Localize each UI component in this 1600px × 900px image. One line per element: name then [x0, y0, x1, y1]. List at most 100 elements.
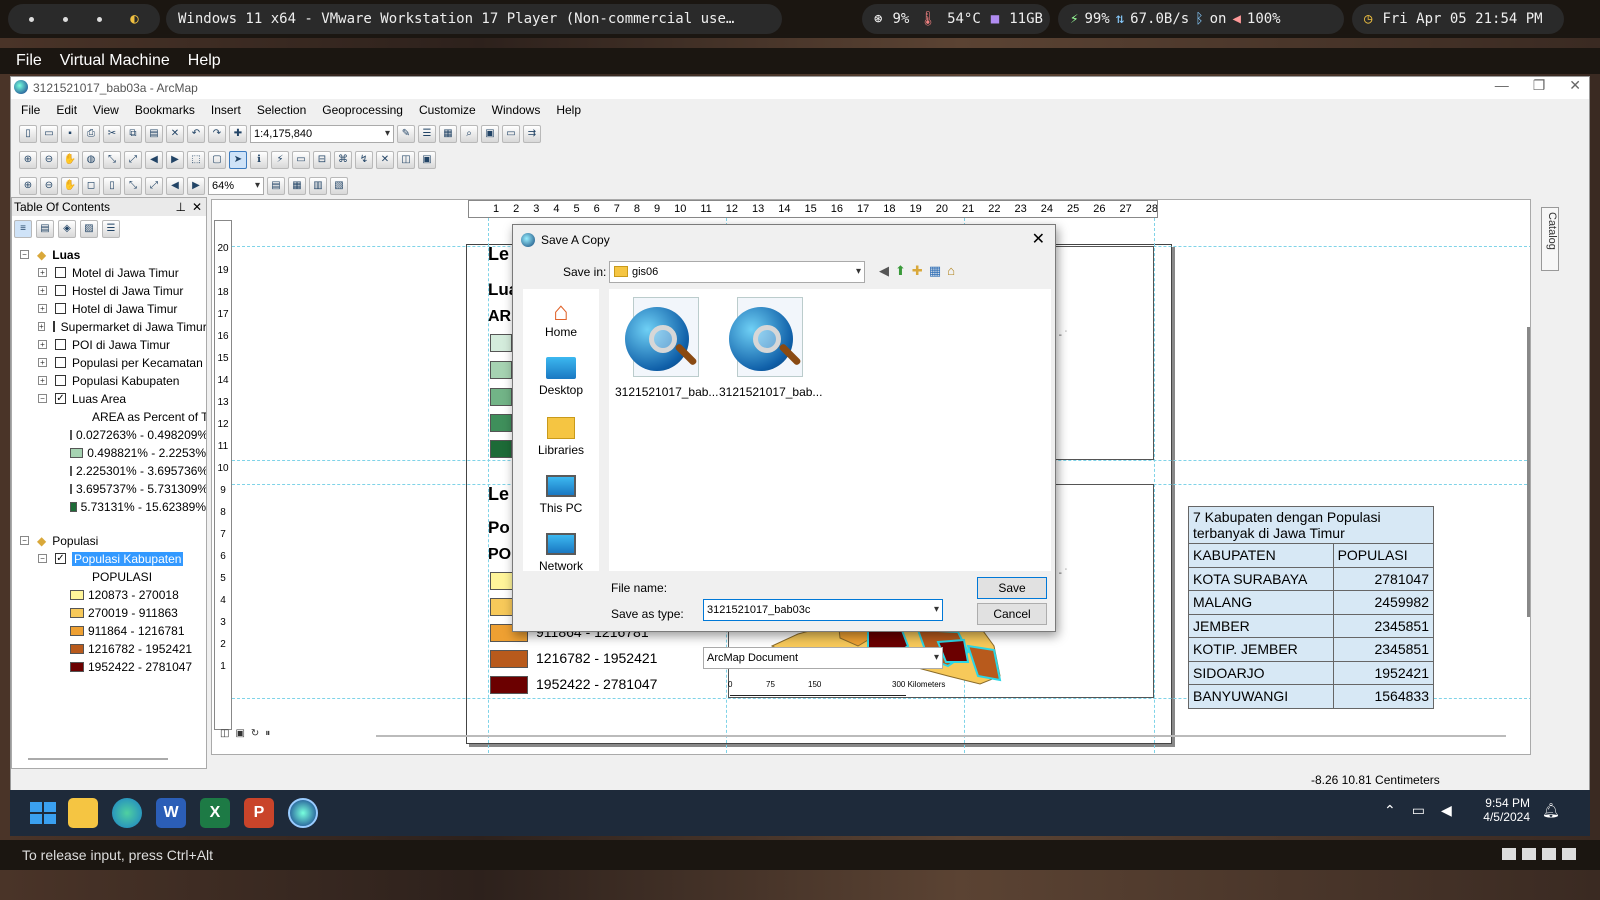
list-by-drawing-order-icon[interactable]: ≡ [14, 220, 32, 238]
pause-drawing-icon[interactable]: ⏸ [265, 728, 270, 739]
data-view-icon[interactable]: ◫ [220, 728, 229, 739]
toc-class-row[interactable]: 270019 - 911863 [70, 604, 178, 621]
layer-checkbox[interactable] [55, 285, 66, 296]
full-extent-globe-icon[interactable]: ◍ [82, 151, 100, 169]
file-list[interactable]: 3121521017_bab... 3121521017_bab... [609, 289, 1051, 571]
new-document-icon[interactable]: ▯ [19, 125, 37, 143]
dialog-close-icon[interactable]: ✕ [1032, 229, 1045, 249]
vm-menu-help[interactable]: Help [188, 52, 221, 70]
cancel-button[interactable]: Cancel [977, 603, 1047, 625]
workspace-dot[interactable] [62, 16, 68, 22]
toc-layer[interactable]: + Populasi per Kecamatan [38, 354, 203, 371]
editor-toolbar-icon[interactable]: ✎ [397, 125, 415, 143]
list-by-selection-icon[interactable]: ▨ [80, 220, 98, 238]
layer-checkbox[interactable] [55, 339, 66, 350]
view-menu-icon[interactable]: ▦ [929, 263, 941, 279]
toc-class-row[interactable]: 3.695737% - 5.731309% [70, 480, 206, 497]
expand-icon[interactable]: + [38, 358, 47, 367]
layout-back-icon[interactable]: ◀ [166, 177, 184, 195]
toc-layer[interactable]: + Hotel di Jawa Timur [38, 300, 177, 317]
toc-class-row[interactable]: 911864 - 1216781 [70, 622, 185, 639]
zoom-whole-page-icon[interactable]: ◻ [82, 177, 100, 195]
place-libraries[interactable]: Libraries [523, 417, 599, 457]
sound-card-icon[interactable] [1562, 848, 1576, 860]
collapse-icon[interactable]: − [38, 554, 47, 563]
expand-icon[interactable]: + [38, 376, 47, 385]
back-arrow-icon[interactable]: ◀ [145, 151, 163, 169]
file-name-input[interactable]: 3121521017_bab03c [703, 599, 943, 621]
layer-checkbox[interactable] [55, 303, 66, 314]
expand-icon[interactable]: + [38, 340, 47, 349]
layout-vertical-scrollbar[interactable] [1527, 327, 1530, 617]
place-home[interactable]: ⌂ Home [523, 297, 599, 339]
python-window-icon[interactable]: ▭ [502, 125, 520, 143]
hyperlink-icon[interactable]: ⚡ [271, 151, 289, 169]
open-folder-icon[interactable]: ▭ [40, 125, 58, 143]
menu-view[interactable]: View [93, 103, 119, 117]
taskbar-clock[interactable]: 9:54 PM 4/5/2024 [1466, 796, 1530, 824]
toc-class-row[interactable]: 5.73131% - 15.62389% [70, 498, 206, 515]
expand-icon[interactable]: + [38, 268, 47, 277]
list-by-visibility-icon[interactable]: ◈ [58, 220, 76, 238]
layer-checkbox-checked[interactable]: ✓ [55, 393, 66, 404]
toc-layer-selected[interactable]: − ✓ Populasi Kabupaten [38, 550, 184, 567]
copy-icon[interactable]: ⧉ [124, 125, 142, 143]
redo-icon[interactable]: ↷ [208, 125, 226, 143]
toc-class-row[interactable]: 1216782 - 1952421 [70, 640, 192, 657]
toc-class-row[interactable]: 120873 - 270018 [70, 586, 179, 603]
toc-layer[interactable]: + Motel di Jawa Timur [38, 264, 179, 281]
catalog-window-icon[interactable]: ▦ [439, 125, 457, 143]
fixed-zoom-out-icon[interactable]: ⤢ [124, 151, 142, 169]
clear-selection-icon[interactable]: ▢ [208, 151, 226, 169]
back-icon[interactable]: ◀ [879, 263, 889, 279]
map-scale-combo[interactable]: 1:4,175,840 [250, 125, 394, 143]
menu-bookmarks[interactable]: Bookmarks [135, 103, 195, 117]
file-item[interactable]: 3121521017_bab... [615, 297, 718, 399]
layer-checkbox[interactable] [55, 267, 66, 278]
layout-fixed-zoom-out-icon[interactable]: ⤢ [145, 177, 163, 195]
layout-view-icon[interactable]: ▣ [235, 728, 244, 739]
maximize-icon[interactable]: ❐ [1533, 77, 1546, 94]
model-builder-icon[interactable]: ⇉ [523, 125, 541, 143]
find-route-icon[interactable]: ↯ [355, 151, 373, 169]
zoom-out-icon[interactable]: ⊖ [40, 151, 58, 169]
select-elements-arrow-icon[interactable]: ➤ [229, 151, 247, 169]
select-features-icon[interactable]: ⬚ [187, 151, 205, 169]
save-button[interactable]: Save [977, 577, 1047, 599]
layout-zoom-in-icon[interactable]: ⊕ [19, 177, 37, 195]
cut-icon[interactable]: ✂ [103, 125, 121, 143]
excel-icon[interactable]: X [200, 798, 230, 828]
expand-icon[interactable]: + [38, 286, 47, 295]
layer-checkbox[interactable] [55, 357, 66, 368]
toc-class-row[interactable]: 1952422 - 2781047 [70, 658, 192, 675]
layout-pan-icon[interactable]: ✋ [61, 177, 79, 195]
minimize-icon[interactable]: — [1495, 77, 1509, 94]
menu-insert[interactable]: Insert [211, 103, 241, 117]
clock-pill[interactable]: ◷ Fri Apr 05 21:54 PM [1352, 4, 1564, 34]
list-by-source-icon[interactable]: ▤ [36, 220, 54, 238]
expand-icon[interactable]: + [38, 322, 45, 331]
time-slider-icon[interactable]: ◫ [397, 151, 415, 169]
powerpoint-icon[interactable]: P [244, 798, 274, 828]
notification-bell-icon[interactable]: 🔔︎ [1542, 802, 1560, 819]
table-of-contents-icon[interactable]: ☰ [418, 125, 436, 143]
menu-file[interactable]: File [21, 103, 40, 117]
place-desktop[interactable]: Desktop [523, 357, 599, 397]
toc-class-row[interactable]: 0.498821% - 2.2253% [70, 444, 206, 461]
add-data-icon[interactable]: ✚ [229, 125, 247, 143]
pin-icon[interactable]: ⊥ [176, 198, 186, 216]
toc-layer[interactable]: + Supermarket di Jawa Timur [38, 318, 206, 335]
data-driven-pages-icon[interactable]: ▧ [330, 177, 348, 195]
toc-layer[interactable]: − ✓ Luas Area [38, 390, 126, 407]
collapse-icon[interactable]: − [38, 394, 47, 403]
file-explorer-icon[interactable] [68, 798, 98, 828]
html-popup-icon[interactable]: ▭ [292, 151, 310, 169]
close-icon[interactable]: ✕ [1569, 77, 1581, 94]
arcmap-taskbar-icon[interactable] [288, 798, 318, 828]
hard-disk-icon[interactable] [1502, 848, 1516, 860]
speaker-icon[interactable]: ◀ [1441, 802, 1452, 819]
toc-layer[interactable]: + Hostel di Jawa Timur [38, 282, 183, 299]
menu-help[interactable]: Help [556, 103, 581, 117]
arctoolbox-icon[interactable]: ▣ [481, 125, 499, 143]
layer-checkbox-checked[interactable]: ✓ [55, 553, 66, 564]
